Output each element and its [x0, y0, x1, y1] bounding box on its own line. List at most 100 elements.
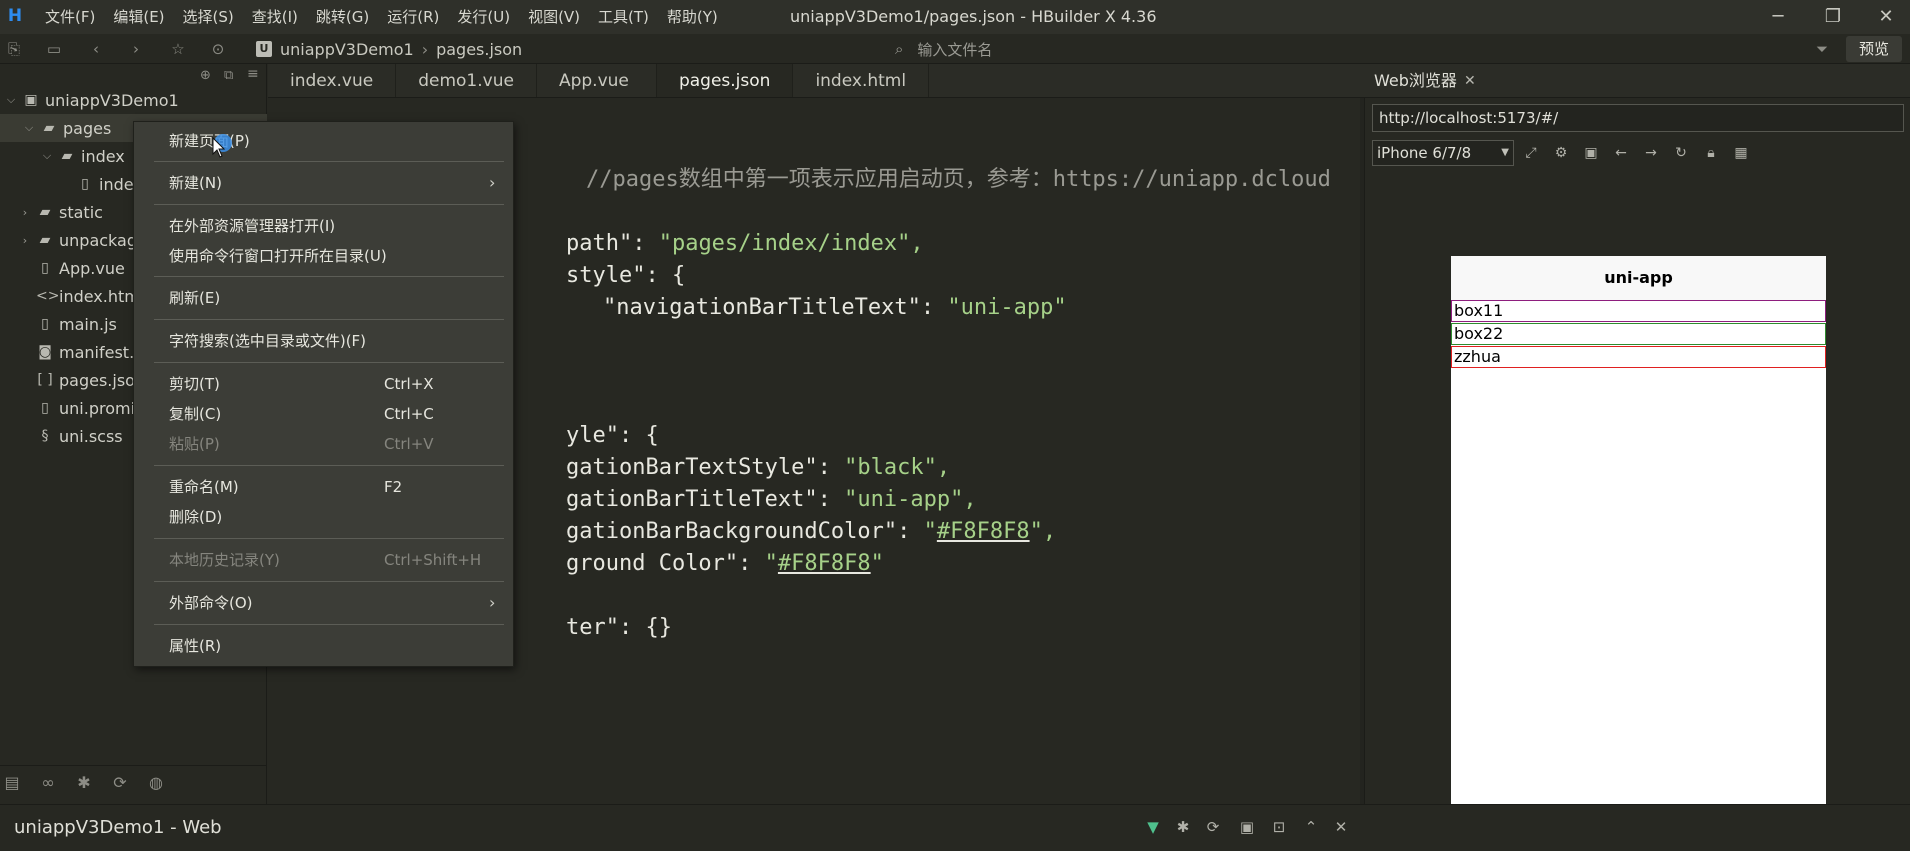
- menu-file[interactable]: 文件(F): [36, 0, 104, 34]
- debug-bug-icon[interactable]: ✱: [1172, 816, 1194, 838]
- preview-box: box22: [1451, 323, 1826, 345]
- menu-properties[interactable]: 属性(R): [134, 632, 515, 660]
- menu-rename[interactable]: 重命名(M) F2: [134, 473, 515, 501]
- tab-demo1-vue[interactable]: demo1.vue: [396, 64, 537, 97]
- collapse-all-icon[interactable]: ⧉: [224, 68, 233, 83]
- status-project[interactable]: uniappV3Demo1 - Web: [14, 805, 222, 851]
- file-search-input[interactable]: ⌕ 输入文件名: [895, 38, 1195, 60]
- menu-external-commands[interactable]: 外部命令(O) ›: [134, 589, 515, 617]
- lock-icon[interactable]: 🔒︎: [1700, 142, 1722, 164]
- bookmark-star-icon[interactable]: ☆: [168, 39, 188, 59]
- menu-cut[interactable]: 剪切(T) Ctrl+X: [134, 370, 515, 398]
- back-arrow-icon[interactable]: ←: [1610, 142, 1632, 164]
- maximize-icon[interactable]: ❐: [1805, 0, 1861, 34]
- url-input[interactable]: http://localhost:5173/#/: [1372, 104, 1904, 132]
- refresh-icon[interactable]: ↻: [1670, 142, 1692, 164]
- menu-new[interactable]: 新建(N) ›: [134, 169, 515, 197]
- menu-divider: [154, 465, 504, 466]
- new-file-icon[interactable]: ⎘: [4, 39, 24, 59]
- phone-nav-title: uni-app: [1451, 256, 1826, 300]
- breadcrumb-project[interactable]: uniappV3Demo1: [280, 40, 414, 59]
- menu-open-in-terminal[interactable]: 使用命令行窗口打开所在目录(U): [134, 242, 515, 270]
- forward-arrow-icon[interactable]: →: [1640, 142, 1662, 164]
- menu-delete[interactable]: 删除(D): [134, 503, 515, 531]
- menu-shortcut: Ctrl+C: [384, 405, 434, 423]
- expanded-arrow-icon: ⌵: [42, 149, 52, 162]
- phone-preview: uni-app box11 box22 zzhua: [1451, 256, 1826, 851]
- menu-copy[interactable]: 复制(C) Ctrl+C: [134, 400, 515, 428]
- menu-divider: [154, 538, 504, 539]
- tab-index-vue[interactable]: index.vue: [268, 64, 397, 97]
- menu-refresh[interactable]: 刷新(E): [134, 284, 515, 312]
- menu-item-label: 外部命令(O): [169, 594, 253, 612]
- search-replace-icon[interactable]: ⟳: [108, 773, 132, 792]
- rotate-icon[interactable]: ⤢: [1520, 142, 1542, 164]
- tab-index-html[interactable]: index.html: [793, 64, 930, 97]
- menu-tools[interactable]: 工具(T): [589, 0, 658, 34]
- preview-button[interactable]: 预览: [1846, 36, 1902, 62]
- menu-find[interactable]: 查找(I): [243, 0, 307, 34]
- menu-publish[interactable]: 发行(U): [448, 0, 519, 34]
- plugin-icon[interactable]: ◍: [144, 773, 168, 792]
- breadcrumb: U uniappV3Demo1 › pages.json: [256, 34, 522, 64]
- menu-item-label: 删除(D): [169, 508, 223, 526]
- breadcrumb-separator-icon: ›: [421, 39, 429, 59]
- menu-goto[interactable]: 跳转(G): [307, 0, 378, 34]
- expanded-arrow-icon: ⌵: [6, 93, 16, 106]
- minimize-icon[interactable]: ─: [1750, 0, 1806, 34]
- code-line-textstyle: gationBarTextStyle": "black",: [513, 420, 950, 480]
- more-menu-icon[interactable]: ≡: [247, 66, 259, 82]
- back-icon[interactable]: ‹: [86, 39, 106, 59]
- terminal-icon[interactable]: ▣: [1236, 816, 1258, 838]
- debug-icon[interactable]: ✱: [72, 773, 96, 792]
- status-bar: uniappV3Demo1 - Web: [0, 804, 1910, 851]
- menu-select[interactable]: 选择(S): [174, 0, 243, 34]
- vue-file-icon: ▯: [81, 176, 89, 192]
- project-icon: U: [256, 41, 272, 57]
- code-string: ": [870, 551, 884, 576]
- device-select[interactable]: iPhone 6/7/8 ▼: [1372, 140, 1514, 166]
- menu-text-search[interactable]: 字符搜索(选中目录或文件)(F): [134, 327, 515, 355]
- filter-icon[interactable]: ⏷: [1812, 39, 1832, 59]
- binoculars-icon[interactable]: ∞: [36, 773, 60, 792]
- js-file-icon: ▯: [41, 316, 49, 332]
- expand-up-icon[interactable]: ⌃: [1300, 816, 1322, 838]
- sync-icon[interactable]: ⟳: [1202, 816, 1224, 838]
- menu-run[interactable]: 运行(R): [378, 0, 448, 34]
- code-key: ter": {}: [565, 615, 672, 640]
- explorer-icon[interactable]: ▤: [0, 773, 24, 792]
- vue-icon[interactable]: ▼: [1142, 816, 1164, 838]
- menu-new-page[interactable]: 新建页面(P): [134, 127, 515, 155]
- menu-open-in-explorer[interactable]: 在外部资源管理器打开(I): [134, 212, 515, 240]
- forward-icon[interactable]: ›: [126, 39, 146, 59]
- tab-app-vue[interactable]: App.vue: [537, 64, 657, 97]
- menu-item-label: 剪切(T): [169, 375, 220, 393]
- close-panel-icon[interactable]: ✕: [1330, 816, 1352, 838]
- code-line-navtitle: "navigationBarTitleText": "uni-app": [550, 260, 1067, 320]
- settings-icon[interactable]: ⚙: [1550, 142, 1572, 164]
- locate-icon[interactable]: ⊕: [200, 68, 211, 83]
- code-string: ": [923, 519, 937, 544]
- menu-help[interactable]: 帮助(Y): [658, 0, 727, 34]
- save-icon[interactable]: ▭: [44, 39, 64, 59]
- menu-view[interactable]: 视图(V): [519, 0, 589, 34]
- browser-tab[interactable]: Web浏览器 ✕: [1364, 64, 1910, 98]
- submenu-arrow-icon: ›: [489, 593, 496, 612]
- close-tab-icon[interactable]: ✕: [1464, 64, 1476, 98]
- tree-item-project[interactable]: ⌵ ▣ uniappV3Demo1: [0, 86, 267, 114]
- code-line-path: path": "pages/index/index",: [513, 196, 924, 256]
- collapsed-arrow-icon: ›: [22, 233, 28, 247]
- menu-edit[interactable]: 编辑(E): [104, 0, 173, 34]
- run-icon[interactable]: ⊙: [208, 39, 228, 59]
- menu-paste[interactable]: 粘贴(P) Ctrl+V: [134, 430, 515, 458]
- menu-local-history[interactable]: 本地历史记录(Y) Ctrl+Shift+H: [134, 546, 515, 574]
- html-file-icon: <>: [36, 288, 60, 304]
- console-icon[interactable]: ▣: [1580, 142, 1602, 164]
- breadcrumb-file[interactable]: pages.json: [436, 40, 522, 59]
- tab-pages-json[interactable]: pages.json: [656, 64, 794, 97]
- qrcode-icon[interactable]: ▦: [1730, 142, 1752, 164]
- folder-icon: ▰: [39, 232, 51, 248]
- close-window-icon[interactable]: ✕: [1858, 0, 1910, 34]
- layout-icon[interactable]: ⊡: [1268, 816, 1290, 838]
- folder-icon: ▰: [39, 204, 51, 220]
